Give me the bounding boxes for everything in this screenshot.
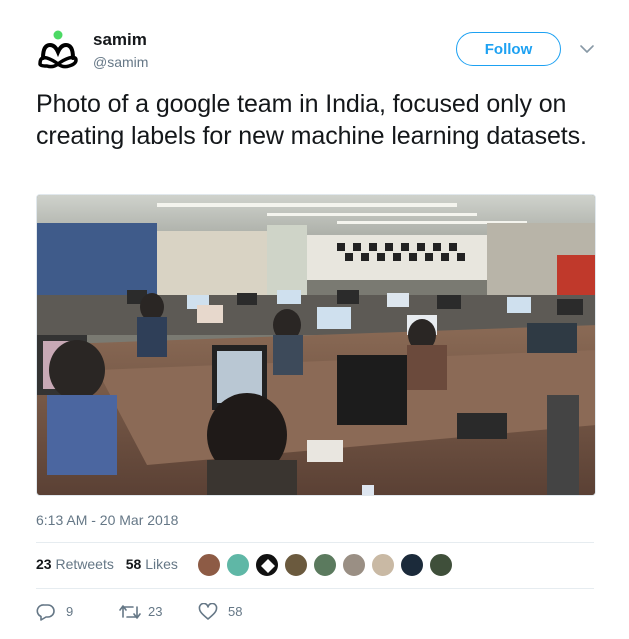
- avatar[interactable]: [342, 553, 366, 577]
- reply-button[interactable]: 9: [36, 602, 86, 622]
- tweet-photo[interactable]: [36, 194, 596, 496]
- reply-icon: [36, 604, 55, 621]
- tweet-header: samim @samim Follow: [36, 22, 600, 82]
- retweets-stat[interactable]: 23 Retweets: [36, 556, 114, 572]
- tweet-timestamp[interactable]: 6:13 AM - 20 Mar 2018: [36, 512, 178, 528]
- divider: [36, 542, 594, 543]
- display-name[interactable]: samim: [93, 30, 148, 50]
- avatar[interactable]: [197, 553, 221, 577]
- avatar[interactable]: [371, 553, 395, 577]
- divider: [36, 588, 594, 589]
- like-count: 58: [228, 604, 243, 619]
- office-photo: [37, 195, 595, 495]
- retweet-icon: [119, 605, 141, 619]
- like-button[interactable]: 58: [198, 602, 258, 622]
- heart-icon: [198, 603, 218, 620]
- avatar[interactable]: [313, 553, 337, 577]
- likes-stat[interactable]: 58 Likes: [126, 556, 178, 572]
- retweets-label: Retweets: [55, 556, 114, 572]
- likes-count: 58: [125, 556, 142, 572]
- tweet-text: Photo of a google team in India, focused…: [36, 90, 587, 150]
- avatar[interactable]: [284, 553, 308, 577]
- avatar[interactable]: [255, 553, 279, 577]
- likes-label: Likes: [145, 556, 178, 572]
- follow-button[interactable]: Follow: [456, 32, 561, 66]
- user-info[interactable]: samim @samim: [93, 30, 148, 71]
- retweet-count: 23: [148, 604, 163, 619]
- meditation-logo-icon[interactable]: [36, 28, 80, 72]
- avatar[interactable]: [226, 553, 250, 577]
- engagement-stats: 23 Retweets 58 Likes: [36, 556, 186, 572]
- retweet-button[interactable]: 23: [118, 602, 178, 622]
- user-handle[interactable]: @samim: [93, 53, 148, 71]
- retweets-count: 23: [36, 556, 52, 572]
- avatar[interactable]: [400, 553, 424, 577]
- chevron-down-icon[interactable]: [579, 41, 595, 57]
- reply-count: 9: [66, 604, 74, 619]
- avatar[interactable]: [429, 553, 453, 577]
